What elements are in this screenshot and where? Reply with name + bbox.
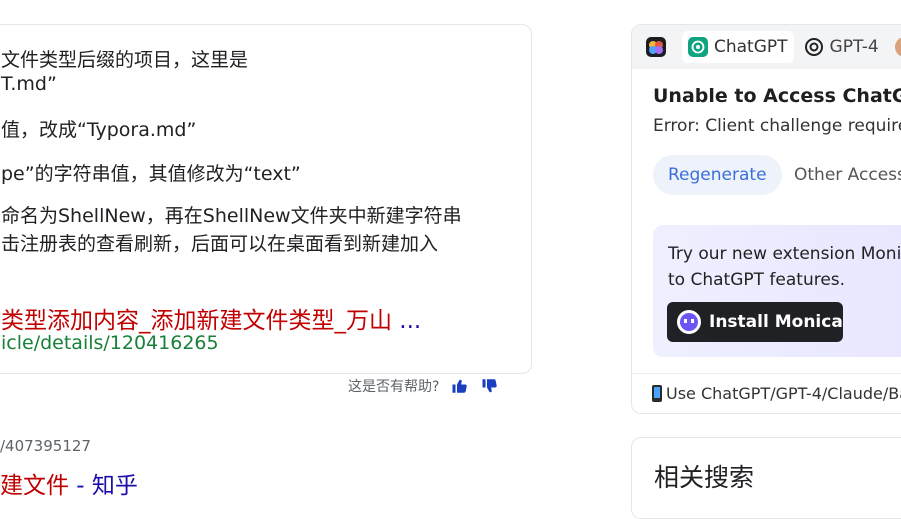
result-snippet-line: 击注册表的查看刷新，后面可以在桌面看到新建加入 [1,233,439,255]
next-result-title-text: 建文件 [0,473,69,499]
thumbs-down-icon[interactable] [481,377,499,395]
next-result-url[interactable]: /407395127 [0,437,91,455]
tab-gpt4[interactable]: GPT-4 [798,31,885,63]
tab-label: ChatGPT [714,37,788,57]
openai-icon [804,37,824,57]
result-title-ellipsis: ... [392,308,422,334]
promo-line: to ChatGPT features. [668,270,846,290]
result-url[interactable]: icle/details/120416265 [1,332,219,354]
chatgpt-panel: ChatGPT GPT-4 Unable to Access ChatGPT E… [631,24,901,414]
result-snippet-line: pe”的字符串值，其值修改为“text” [1,163,301,185]
feedback-label: 这是否有帮助? [348,379,440,395]
footer-text: Use ChatGPT/GPT-4/Claude/Ba [666,384,901,403]
result-snippet-line: T.md” [1,73,57,95]
result-snippet-line: 值，改成“Typora.md” [1,119,197,141]
brain-icon [646,37,666,57]
install-monica-label: Install Monica [709,312,843,332]
tab-claude[interactable] [889,31,901,63]
result-title-text: 类型添加内容_添加新建文件类型_万山 [1,308,392,334]
chatgpt-icon [688,37,708,57]
error-message: Error: Client challenge required [653,116,901,136]
monica-promo: Try our new extension Monica to ChatGPT … [653,225,901,357]
tab-label: GPT-4 [829,37,879,57]
regenerate-button[interactable]: Regenerate [653,155,782,195]
search-result-card: 文件类型后缀的项目，这里是 T.md” 值，改成“Typora.md” pe”的… [0,24,532,374]
panel-footer[interactable]: Use ChatGPT/GPT-4/Claude/Ba [632,373,901,413]
anthropic-icon [894,37,901,57]
model-tabs: ChatGPT GPT-4 [632,25,901,69]
next-result-site: - 知乎 [69,473,138,499]
promo-text: Try our new extension Monica to ChatGPT … [668,241,901,293]
feedback-row: 这是否有帮助? [348,376,499,396]
thumbs-up-icon[interactable] [451,377,469,395]
other-access-button[interactable]: Other Access [780,155,901,195]
promo-line: Try our new extension Monica [668,244,901,264]
mobile-phone-icon [652,385,662,402]
error-title: Unable to Access ChatGPT [653,85,901,107]
next-result-title-link[interactable]: 建文件 - 知乎 [0,466,138,500]
related-searches-card: 相关搜索 [631,437,901,519]
result-snippet-line: 文件类型后缀的项目，这里是 [1,49,249,71]
related-searches-title: 相关搜索 [654,463,755,492]
monica-logo-icon [677,310,701,334]
tab-brain[interactable] [640,31,678,63]
result-snippet-line: 命名为ShellNew，再在ShellNew文件夹中新建字符串 [1,205,462,227]
result-title-link[interactable]: 类型添加内容_添加新建文件类型_万山 ... [1,301,421,335]
tab-chatgpt[interactable]: ChatGPT [682,31,794,63]
install-monica-button[interactable]: Install Monica [667,302,843,342]
